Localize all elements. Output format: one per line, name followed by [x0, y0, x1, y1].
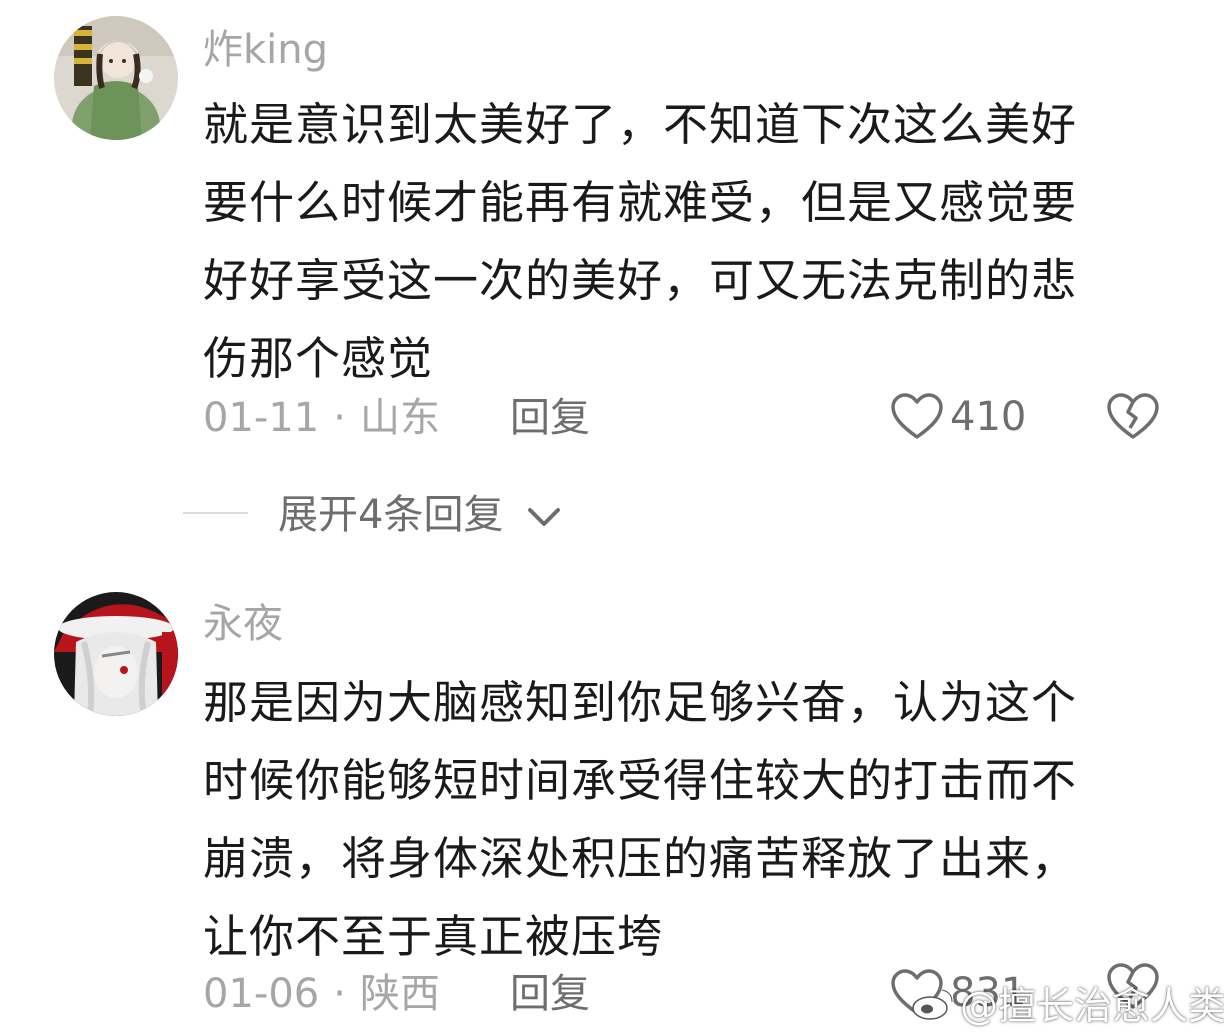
- avatar[interactable]: [54, 592, 178, 716]
- meta-separator: ·: [333, 395, 346, 441]
- comment-text: 就是意识到太美好了，不知道下次这么美好 要什么时候才能再有就难受，但是又感觉要 …: [203, 86, 1163, 398]
- reply-button[interactable]: 回复: [510, 974, 590, 1014]
- expand-replies-label[interactable]: 展开4条回复: [278, 490, 503, 540]
- comment-text-line: 伤那个感觉: [203, 332, 434, 385]
- watermark: @擅长治愈人类: [910, 975, 1224, 1030]
- comment-text-line: 就是意识到太美好了，不知道下次这么美好: [203, 98, 1078, 151]
- comment-text-line: 要什么时候才能再有就难受，但是又感觉要: [203, 176, 1078, 229]
- comment-location: 陕西: [359, 971, 440, 1017]
- like-button[interactable]: 410: [890, 392, 1026, 442]
- watermark-text: @擅长治愈人类: [960, 984, 1224, 1028]
- comment-text-line: 崩溃，将身体深处积压的痛苦释放了出来，: [203, 832, 1078, 885]
- comment-date: 01-11: [203, 395, 320, 441]
- weibo-logo-icon: [912, 988, 954, 1020]
- expand-replies[interactable]: 展开4条回复: [0, 490, 1224, 540]
- avatar-anime-icon: [54, 592, 178, 716]
- avatar-girl-icon: [54, 16, 178, 140]
- comment-text-line: 那是因为大脑感知到你足够兴奋，认为这个: [203, 676, 1078, 729]
- username[interactable]: 永夜: [203, 604, 283, 644]
- reply-button[interactable]: 回复: [510, 398, 590, 438]
- divider: [183, 512, 248, 514]
- comment-meta: 01-06 · 陕西: [203, 974, 440, 1014]
- meta-separator: ·: [333, 971, 346, 1017]
- comment-text-line: 时候你能够短时间承受得住较大的打击而不: [203, 754, 1078, 807]
- avatar[interactable]: [54, 16, 178, 140]
- broken-heart-icon: [1107, 393, 1159, 439]
- chevron-down-icon[interactable]: [524, 498, 564, 538]
- comment-text: 那是因为大脑感知到你足够兴奋，认为这个 时候你能够短时间承受得住较大的打击而不 …: [203, 664, 1163, 976]
- comment-text-line: 让你不至于真正被压垮: [203, 910, 664, 963]
- comment-date: 01-06: [203, 971, 320, 1017]
- like-count: 410: [950, 394, 1027, 440]
- comment-text-line: 好好享受这一次的美好，可又无法克制的悲: [203, 254, 1078, 307]
- comment-location: 山东: [359, 395, 440, 441]
- comment-meta: 01-11 · 山东: [203, 398, 440, 438]
- heart-icon: [891, 393, 943, 439]
- username[interactable]: 炸king: [203, 30, 328, 70]
- dislike-button[interactable]: [1106, 392, 1160, 446]
